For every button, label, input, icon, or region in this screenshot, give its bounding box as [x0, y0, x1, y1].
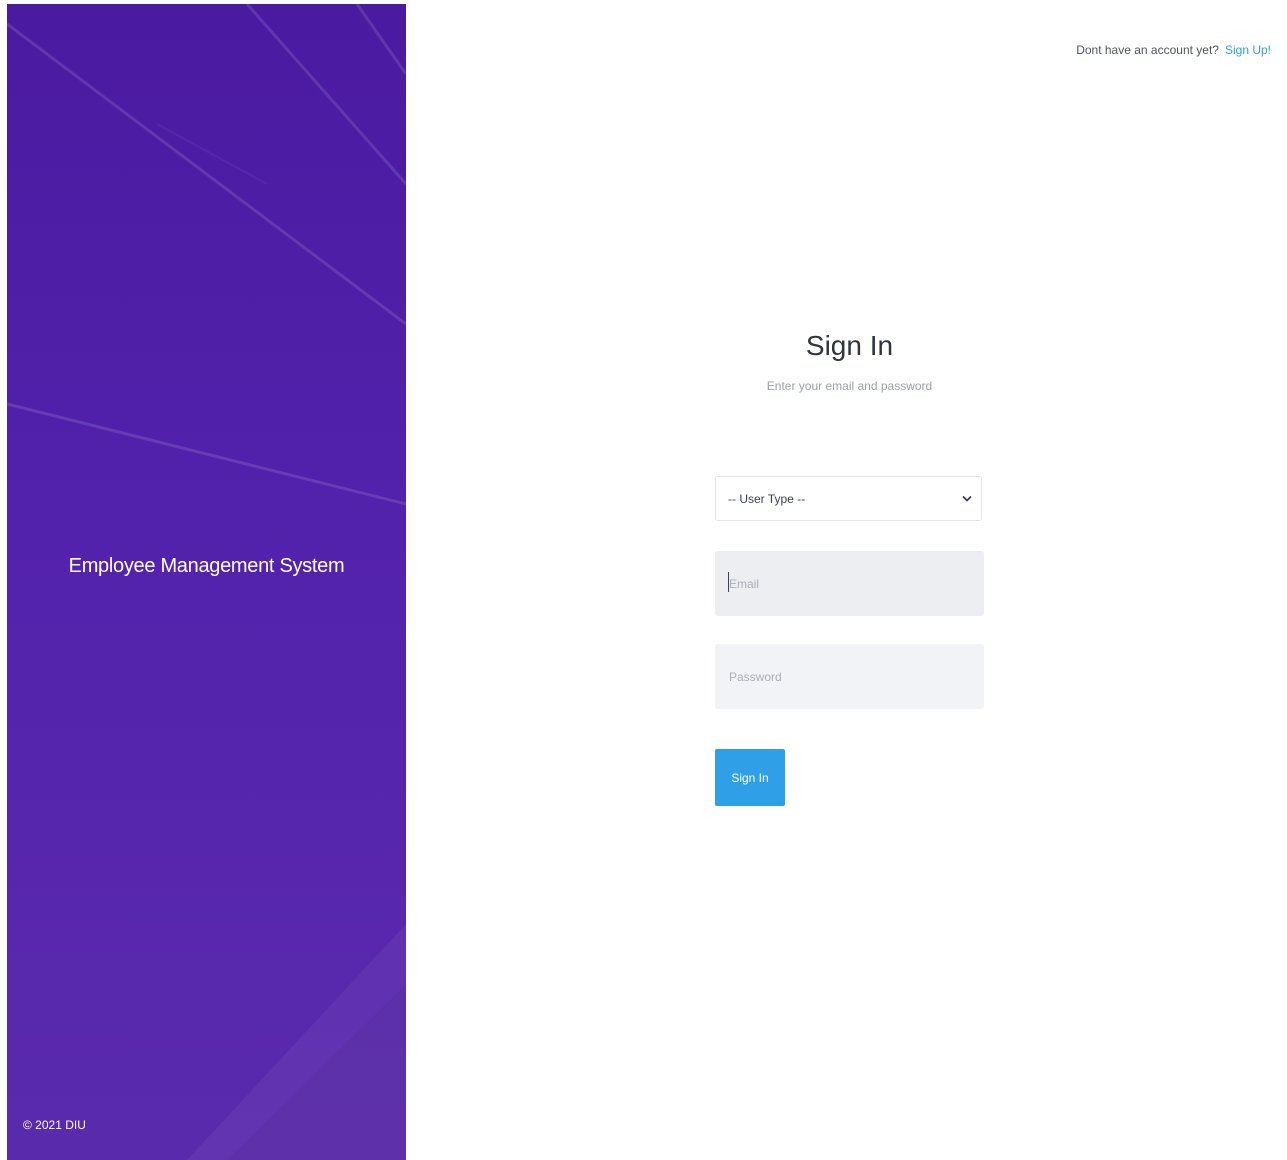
user-type-select[interactable]: -- User Type --: [715, 476, 982, 521]
signup-link[interactable]: Sign Up!: [1225, 43, 1271, 57]
form-subtitle: Enter your email and password: [766, 379, 933, 393]
copyright-text: © 2021 DIU: [23, 1118, 86, 1132]
form-title: Sign In: [805, 330, 894, 361]
user-type-select-value: -- User Type --: [728, 491, 806, 506]
chevron-down-icon: [962, 495, 972, 501]
signup-prompt: Dont have an account yet? Sign Up!: [1076, 43, 1271, 57]
decorative-lines: [7, 4, 406, 1160]
email-field[interactable]: [715, 551, 984, 616]
sign-in-page: Employee Management System © 2021 DIU Do…: [0, 0, 1287, 1160]
text-caret: [728, 572, 729, 592]
signup-prompt-text: Dont have an account yet?: [1076, 43, 1219, 57]
brand-title: Employee Management System: [68, 555, 345, 577]
brand-side-panel: Employee Management System © 2021 DIU: [7, 4, 406, 1160]
sign-in-button[interactable]: Sign In: [715, 749, 785, 806]
password-field[interactable]: [715, 644, 984, 709]
